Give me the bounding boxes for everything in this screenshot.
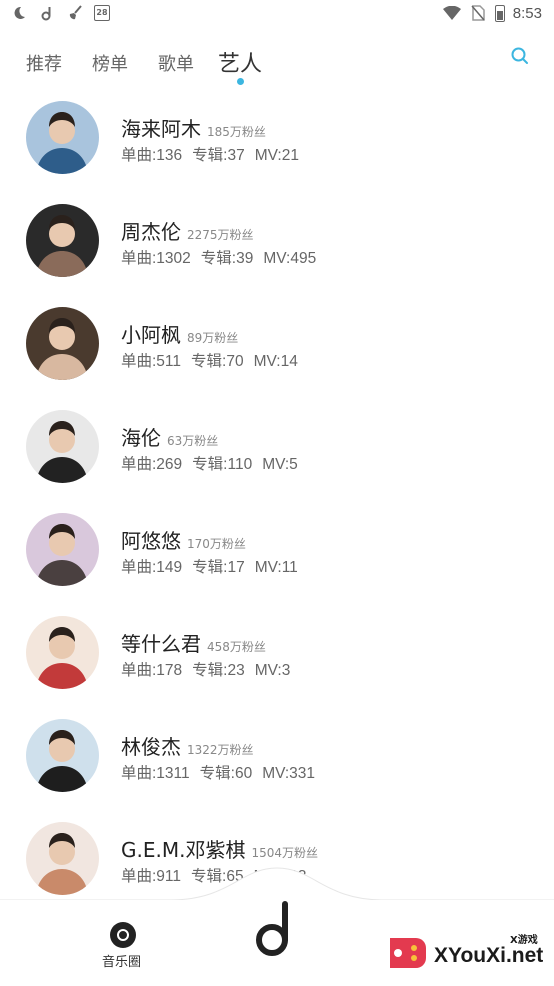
search-icon[interactable] — [510, 46, 530, 66]
tab-playlists[interactable]: 歌单 — [158, 50, 194, 76]
battery-icon — [494, 4, 505, 22]
artist-avatar[interactable] — [26, 101, 99, 174]
artist-songs: 单曲:511 — [121, 353, 182, 370]
moon-icon — [10, 4, 28, 22]
artist-name-line: 林俊杰 1322万粉丝 — [121, 731, 254, 760]
artist-mvs: MV:331 — [262, 765, 316, 782]
artist-name-line: 小阿枫 89万粉丝 — [121, 319, 238, 348]
artist-mvs: MV:21 — [254, 147, 299, 164]
artist-stats: 单曲:149 专辑:17 MV:11 — [121, 555, 308, 577]
artist-name: 周杰伦 — [121, 220, 181, 244]
artist-albums: 专辑:23 — [192, 662, 245, 679]
clock: 8:53 — [512, 4, 542, 22]
artist-avatar[interactable] — [26, 410, 99, 483]
artist-songs: 单曲:149 — [121, 559, 183, 576]
artist-albums: 专辑:110 — [192, 456, 253, 473]
app-logo-icon[interactable] — [254, 900, 292, 958]
artist-avatar[interactable] — [26, 307, 99, 380]
artist-fans: 1322万粉丝 — [187, 743, 254, 757]
artist-name-line: 海伦 63万粉丝 — [121, 422, 218, 451]
artist-avatar[interactable] — [26, 513, 99, 586]
artist-name: 海来阿木 — [121, 117, 201, 141]
artist-albums: 专辑:17 — [192, 559, 245, 576]
artist-stats: 单曲:269 专辑:110 MV:5 — [121, 452, 308, 474]
artist-row[interactable]: 周杰伦 2275万粉丝单曲:1302 专辑:39 MV:495 — [0, 198, 554, 301]
tab-charts[interactable]: 榜单 — [92, 50, 128, 76]
wifi-icon — [442, 4, 461, 22]
artist-name: 小阿枫 — [121, 323, 181, 347]
artist-songs: 单曲:136 — [121, 147, 183, 164]
artist-albums: 专辑:39 — [200, 250, 254, 267]
calendar-icon: 28 — [94, 5, 110, 21]
artist-row[interactable]: 小阿枫 89万粉丝 单曲:511 专辑:70 MV:14 — [0, 301, 554, 404]
artist-mvs: MV:495 — [263, 250, 317, 267]
artist-name: 海伦 — [121, 426, 161, 450]
artist-fans: 170万粉丝 — [187, 537, 246, 551]
artist-albums: 专辑:60 — [199, 765, 253, 782]
artist-name-line: 阿悠悠 170万粉丝 — [121, 525, 246, 554]
active-tab-indicator — [237, 78, 244, 85]
artist-stats: 单曲:136 专辑:37 MV:21 — [121, 143, 309, 165]
artist-fans: 1504万粉丝 — [251, 846, 319, 860]
artist-albums: 专辑:37 — [192, 147, 245, 164]
artist-fans: 458万粉丝 — [207, 640, 266, 654]
artist-row[interactable]: 林俊杰 1322万粉丝单曲:1311 专辑:60 MV:331 — [0, 713, 554, 816]
artist-name: 阿悠悠 — [121, 529, 181, 553]
artist-fans: 89万粉丝 — [187, 331, 239, 345]
nav-label-music-circle[interactable]: 音乐圈 — [102, 951, 141, 970]
artist-name: 等什么君 — [121, 632, 201, 656]
artist-name: 林俊杰 — [121, 735, 181, 759]
artist-name-line: 周杰伦 2275万粉丝 — [121, 216, 254, 245]
artist-mvs: MV:5 — [262, 456, 298, 473]
artist-row[interactable]: 阿悠悠 170万粉丝 单曲:149 专辑:17 MV:11 — [0, 507, 554, 610]
artist-avatar[interactable] — [26, 204, 99, 277]
artist-songs: 单曲:269 — [121, 456, 183, 473]
artist-fans: 2275万粉丝 — [187, 228, 254, 242]
artist-songs: 单曲:1311 — [121, 765, 190, 782]
artist-stats: 单曲:511 专辑:70 MV:14 — [121, 349, 308, 371]
artist-row[interactable]: 等什么君 458万粉丝单曲:178 专辑:23 MV:3 — [0, 610, 554, 713]
artist-mvs: MV:14 — [253, 353, 298, 370]
artist-avatar[interactable] — [26, 616, 99, 689]
music-note-icon — [38, 4, 56, 22]
artist-name-line: G.E.M.邓紫棋 1504万粉丝 — [121, 834, 318, 863]
artist-row[interactable]: 海伦 63万粉丝单曲:269 专辑:110 MV:5 — [0, 404, 554, 507]
artist-mvs: MV:11 — [254, 559, 298, 576]
artist-albums: 专辑:70 — [191, 353, 244, 370]
artist-stats: 单曲:1311 专辑:60 MV:331 — [121, 761, 325, 783]
artist-fans: 63万粉丝 — [167, 434, 219, 448]
artist-row[interactable]: 海来阿木 185万粉丝单曲:136 专辑:37 MV:21 — [0, 95, 554, 198]
artist-stats: 单曲:178 专辑:23 MV:3 — [121, 658, 300, 680]
artist-songs: 单曲:1302 — [121, 250, 191, 267]
no-sim-icon — [469, 4, 487, 22]
watermark-text: XYouXi.net — [434, 944, 544, 967]
tab-artists[interactable]: 艺人 — [218, 46, 262, 78]
broom-icon — [66, 4, 84, 22]
artist-fans: 185万粉丝 — [207, 125, 266, 139]
top-tab-bar: 推荐 榜单 歌单 艺人 — [0, 40, 554, 88]
artist-name-line: 海来阿木 185万粉丝 — [121, 113, 266, 142]
tab-recommend[interactable]: 推荐 — [26, 50, 62, 76]
artist-name-line: 等什么君 458万粉丝 — [121, 628, 266, 657]
artist-name: G.E.M.邓紫棋 — [121, 838, 246, 862]
artist-avatar[interactable] — [26, 719, 99, 792]
artist-stats: 单曲:1302 专辑:39 MV:495 — [121, 246, 326, 268]
music-circle-icon[interactable] — [110, 922, 136, 948]
status-bar: 28 8:53 — [0, 0, 554, 26]
artist-songs: 单曲:178 — [121, 662, 183, 679]
artist-mvs: MV:3 — [254, 662, 291, 679]
